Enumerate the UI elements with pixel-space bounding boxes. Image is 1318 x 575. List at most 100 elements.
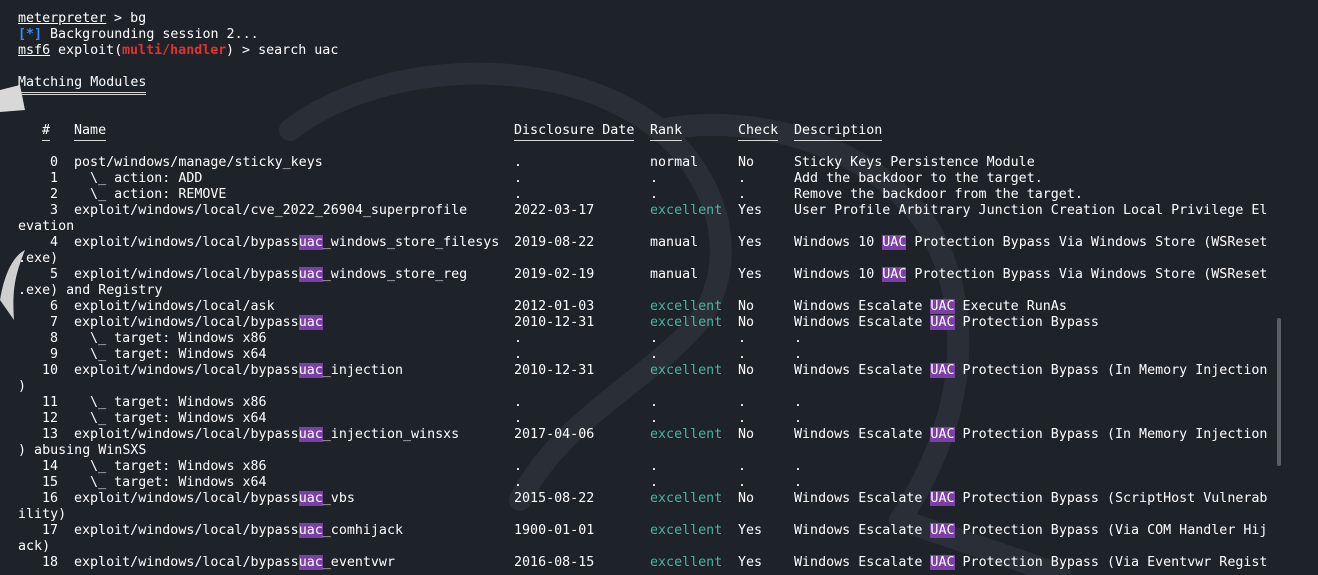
rank: excellent bbox=[650, 203, 723, 218]
command-text: > bg bbox=[106, 11, 147, 26]
row-number: 16 bbox=[42, 491, 59, 506]
column-rule-desc bbox=[794, 140, 882, 141]
check: . bbox=[738, 475, 747, 490]
check: . bbox=[738, 395, 747, 410]
description-continuation: evation bbox=[18, 219, 75, 234]
wrapped-description-line: ) abusing WinSXS bbox=[18, 443, 1278, 459]
check: . bbox=[738, 459, 747, 474]
description: Windows Escalate UAC Protection Bypass (… bbox=[794, 555, 1268, 570]
wrapped-description-line: evation bbox=[18, 219, 1278, 235]
rank: excellent bbox=[650, 363, 723, 378]
check: No bbox=[738, 155, 755, 170]
column-rule-check bbox=[738, 140, 778, 141]
disclosure-date: 2019-08-22 bbox=[514, 235, 595, 250]
search-match-highlight: UAC bbox=[930, 427, 955, 442]
search-match-highlight: UAC bbox=[930, 363, 955, 378]
row-number: 15 bbox=[42, 475, 59, 490]
column-rule-date bbox=[514, 140, 634, 141]
rank: . bbox=[650, 187, 659, 202]
column-header-rank: Rank bbox=[650, 123, 683, 138]
description-continuation: ) bbox=[18, 379, 27, 394]
column-rule-num bbox=[42, 140, 50, 141]
module-name: exploit/windows/local/bypassuac_comhijac… bbox=[74, 523, 404, 538]
module-name: exploit/windows/local/bypassuac_vbs bbox=[74, 491, 355, 506]
search-match-highlight: UAC bbox=[930, 555, 955, 570]
check: No bbox=[738, 363, 755, 378]
heading-underline bbox=[18, 91, 1278, 107]
rank: . bbox=[650, 411, 659, 426]
row-number: 14 bbox=[42, 459, 59, 474]
module-name: exploit/windows/local/cve_2022_26904_sup… bbox=[74, 203, 468, 218]
description: Windows Escalate UAC Protection Bypass (… bbox=[794, 363, 1268, 378]
heading-line: Matching Modules bbox=[18, 75, 1278, 91]
table-row: 3 exploit/windows/local/cve_2022_26904_su… bbox=[18, 203, 1278, 219]
table-row: 13 exploit/windows/local/bypassuac_inject… bbox=[18, 427, 1278, 443]
check: Yes bbox=[738, 523, 763, 538]
check: . bbox=[738, 411, 747, 426]
wrapped-description-line: .exe) and Registry bbox=[18, 283, 1278, 299]
row-number: 17 bbox=[42, 523, 59, 538]
rank: normal bbox=[650, 155, 699, 170]
row-number: 2 bbox=[50, 187, 59, 202]
scrollbar-thumb[interactable] bbox=[1277, 318, 1281, 466]
msf-prompt-line: msf6 exploit(multi/handler) > search uac bbox=[18, 43, 1278, 59]
check: Yes bbox=[738, 267, 763, 282]
check: . bbox=[738, 187, 747, 202]
disclosure-date: 2010-12-31 bbox=[514, 315, 595, 330]
rank: excellent bbox=[650, 523, 723, 538]
module-name: post/windows/manage/sticky_keys bbox=[74, 155, 323, 170]
description: Windows 10 UAC Protection Bypass Via Win… bbox=[794, 267, 1268, 282]
wrapped-description-line: ) bbox=[18, 379, 1278, 395]
module-name: \_ target: Windows x86 bbox=[74, 459, 267, 474]
row-number: 7 bbox=[50, 315, 59, 330]
description: Windows 10 UAC Protection Bypass Via Win… bbox=[794, 235, 1268, 250]
disclosure-date: 2015-08-22 bbox=[514, 491, 595, 506]
description: Windows Escalate UAC Protection Bypass bbox=[794, 315, 1099, 330]
disclosure-date: . bbox=[514, 475, 523, 490]
module-name: exploit/windows/local/bypassuac_injectio… bbox=[74, 427, 460, 442]
table-row: 4 exploit/windows/local/bypassuac_windows… bbox=[18, 235, 1278, 251]
check: Yes bbox=[738, 555, 763, 570]
meterpreter-prompt: meterpreter bbox=[18, 11, 107, 26]
column-rule-rank bbox=[650, 140, 682, 141]
description: Windows Escalate UAC Protection Bypass (… bbox=[794, 491, 1268, 506]
disclosure-date: 2010-12-31 bbox=[514, 363, 595, 378]
disclosure-date: . bbox=[514, 395, 523, 410]
disclosure-date: 2019-02-19 bbox=[514, 267, 595, 282]
msf-prompt: msf6 bbox=[18, 43, 51, 58]
row-number: 13 bbox=[42, 427, 59, 442]
description: Windows Escalate UAC Protection Bypass (… bbox=[794, 427, 1268, 442]
rank: . bbox=[650, 459, 659, 474]
check: No bbox=[738, 491, 755, 506]
search-match-highlight: uac bbox=[298, 427, 323, 442]
description: . bbox=[794, 347, 803, 362]
disclosure-date: 2017-04-06 bbox=[514, 427, 595, 442]
description-continuation: ack) bbox=[18, 539, 51, 554]
disclosure-date: . bbox=[514, 331, 523, 346]
terminal-output: meterpreter > bg [*] Backgrounding sessio… bbox=[18, 0, 1278, 571]
matching-modules-heading: Matching Modules bbox=[18, 75, 147, 90]
wrapped-description-line: ack) bbox=[18, 539, 1278, 555]
search-match-highlight: UAC bbox=[930, 491, 955, 506]
terminal-window[interactable]: meterpreter > bg [*] Backgrounding sessio… bbox=[0, 0, 1318, 575]
table-row: 8 \_ target: Windows x86.... bbox=[18, 331, 1278, 347]
description: Add the backdoor to the target. bbox=[794, 171, 1043, 186]
rank: excellent bbox=[650, 427, 723, 442]
row-number: 11 bbox=[42, 395, 59, 410]
description: . bbox=[794, 411, 803, 426]
rank: excellent bbox=[650, 315, 723, 330]
table-row: 14 \_ target: Windows x86.... bbox=[18, 459, 1278, 475]
column-header-check: Check bbox=[738, 123, 779, 138]
module-name: \_ target: Windows x64 bbox=[74, 475, 267, 490]
rank: manual bbox=[650, 267, 699, 282]
description: . bbox=[794, 395, 803, 410]
search-match-highlight: UAC bbox=[882, 267, 907, 282]
search-match-highlight: UAC bbox=[930, 299, 955, 314]
module-name: exploit/windows/local/bypassuac_windows_… bbox=[74, 235, 500, 250]
row-number: 9 bbox=[50, 347, 59, 362]
disclosure-date: 2016-08-15 bbox=[514, 555, 595, 570]
rank: manual bbox=[650, 235, 699, 250]
row-number: 5 bbox=[50, 267, 59, 282]
